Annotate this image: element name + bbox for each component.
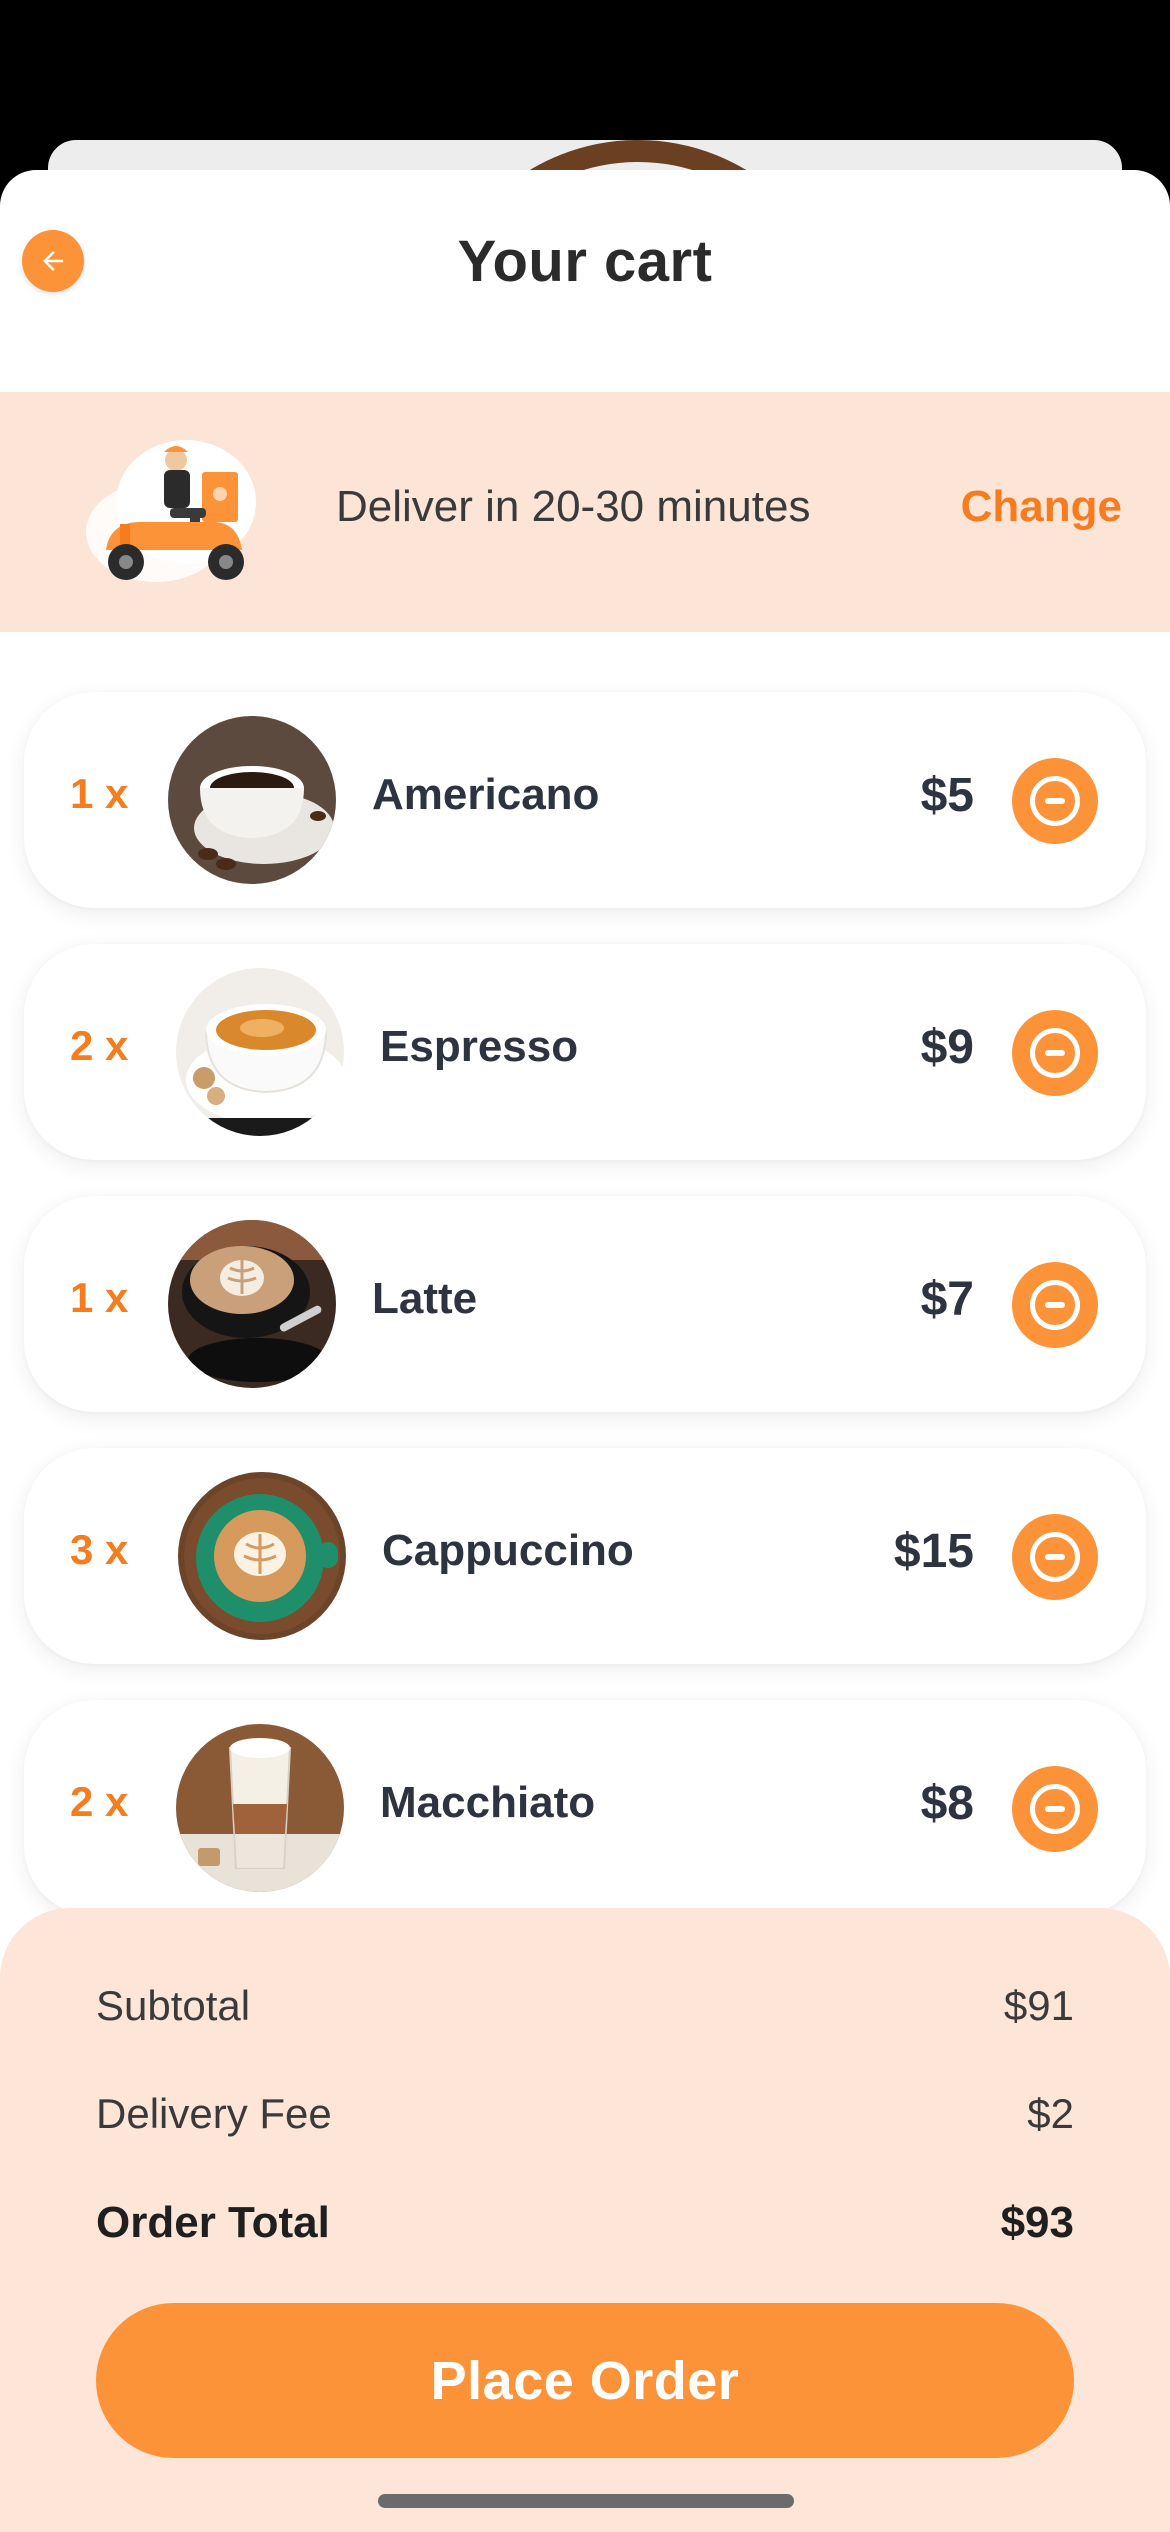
place-order-button[interactable]: Place Order xyxy=(96,2303,1074,2458)
cart-item-macchiato[interactable]: 2 x Macchiato $8 xyxy=(24,1700,1146,1916)
americano-photo xyxy=(168,716,336,884)
minus-circle-icon xyxy=(1030,776,1080,826)
item-name: Macchiato xyxy=(380,1778,596,1827)
item-price: $9 xyxy=(920,1021,974,1074)
subtotal-value: $91 xyxy=(1003,1982,1074,2029)
minus-circle-icon xyxy=(1030,1784,1080,1834)
header: Your cart xyxy=(0,170,1170,392)
item-price: $7 xyxy=(920,1273,974,1326)
order-total-value: $93 xyxy=(1000,2198,1074,2247)
item-quantity: 1 x xyxy=(70,1274,129,1321)
item-quantity: 3 x xyxy=(70,1526,129,1573)
item-quantity: 1 x xyxy=(70,770,129,817)
delivery-time-text: Deliver in 20-30 minutes xyxy=(336,482,811,531)
minus-circle-icon xyxy=(1030,1280,1080,1330)
delivery-banner: Deliver in 20-30 minutes Change xyxy=(0,392,1170,632)
minus-circle-icon xyxy=(1030,1028,1080,1078)
item-quantity: 2 x xyxy=(70,1778,129,1825)
order-total-label: Order Total xyxy=(96,2198,330,2247)
remove-item-button[interactable] xyxy=(1012,758,1098,844)
change-delivery-link[interactable]: Change xyxy=(961,482,1122,532)
remove-item-button[interactable] xyxy=(1012,1262,1098,1348)
delivery-fee-row: Delivery Fee $2 xyxy=(96,2090,1074,2138)
delivery-fee-value: $2 xyxy=(1027,2090,1074,2137)
page-title: Your cart xyxy=(457,229,713,294)
item-name: Espresso xyxy=(380,1022,579,1071)
home-indicator[interactable] xyxy=(378,2494,794,2508)
item-name: Americano xyxy=(372,770,600,819)
minus-circle-icon xyxy=(1030,1532,1080,1582)
cappuccino-photo xyxy=(178,1472,346,1640)
item-name: Cappuccino xyxy=(382,1526,634,1575)
remove-item-button[interactable] xyxy=(1012,1766,1098,1852)
screen: Your cart Deliver in 20-30 minutes Chang… xyxy=(0,0,1170,2532)
remove-item-button[interactable] xyxy=(1012,1514,1098,1600)
macchiato-photo xyxy=(176,1724,344,1892)
item-name: Latte xyxy=(372,1274,478,1323)
cart-item-americano[interactable]: 1 x Americano $5 xyxy=(24,692,1146,908)
subtotal-label: Subtotal xyxy=(96,1982,251,2029)
item-price: $15 xyxy=(893,1525,974,1578)
order-total-row: Order Total $93 xyxy=(96,2198,1074,2248)
remove-item-button[interactable] xyxy=(1012,1010,1098,1096)
delivery-fee-label: Delivery Fee xyxy=(96,2090,332,2137)
delivery-scooter-illustration xyxy=(86,440,256,582)
order-summary: Subtotal $91 Delivery Fee $2 Order Total… xyxy=(0,1908,1170,2532)
cart-item-latte[interactable]: 1 x Latte $7 xyxy=(24,1196,1146,1412)
cart-item-cappuccino[interactable]: 3 x Cappuccino $15 xyxy=(24,1448,1146,1664)
item-price: $5 xyxy=(920,769,974,822)
item-price: $8 xyxy=(920,1777,974,1830)
item-quantity: 2 x xyxy=(70,1022,129,1069)
subtotal-row: Subtotal $91 xyxy=(96,1982,1074,2030)
cart-item-espresso[interactable]: 2 x Espresso $9 xyxy=(24,944,1146,1160)
latte-photo xyxy=(168,1220,336,1388)
espresso-photo xyxy=(176,968,344,1136)
